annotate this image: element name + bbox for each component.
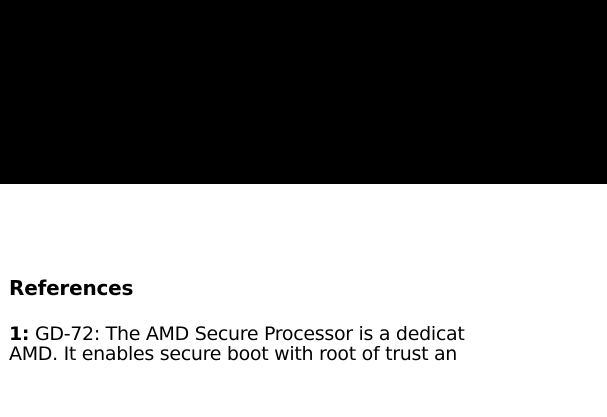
references-heading: References [9, 276, 134, 300]
page: References 1: GD-72: The AMD Secure Proc… [0, 0, 607, 417]
reference-line-1: 1: GD-72: The AMD Secure Processor is a … [9, 324, 607, 344]
reference-text-line-1: GD-72: The AMD Secure Processor is a ded… [29, 323, 465, 345]
reference-text-line-2: AMD. It enables secure boot with root of… [9, 343, 458, 365]
reference-number: 1: [9, 323, 30, 345]
references-section: References 1: GD-72: The AMD Secure Proc… [9, 274, 607, 364]
reference-item-1: 1: GD-72: The AMD Secure Processor is a … [9, 324, 607, 364]
header-banner [0, 0, 607, 184]
